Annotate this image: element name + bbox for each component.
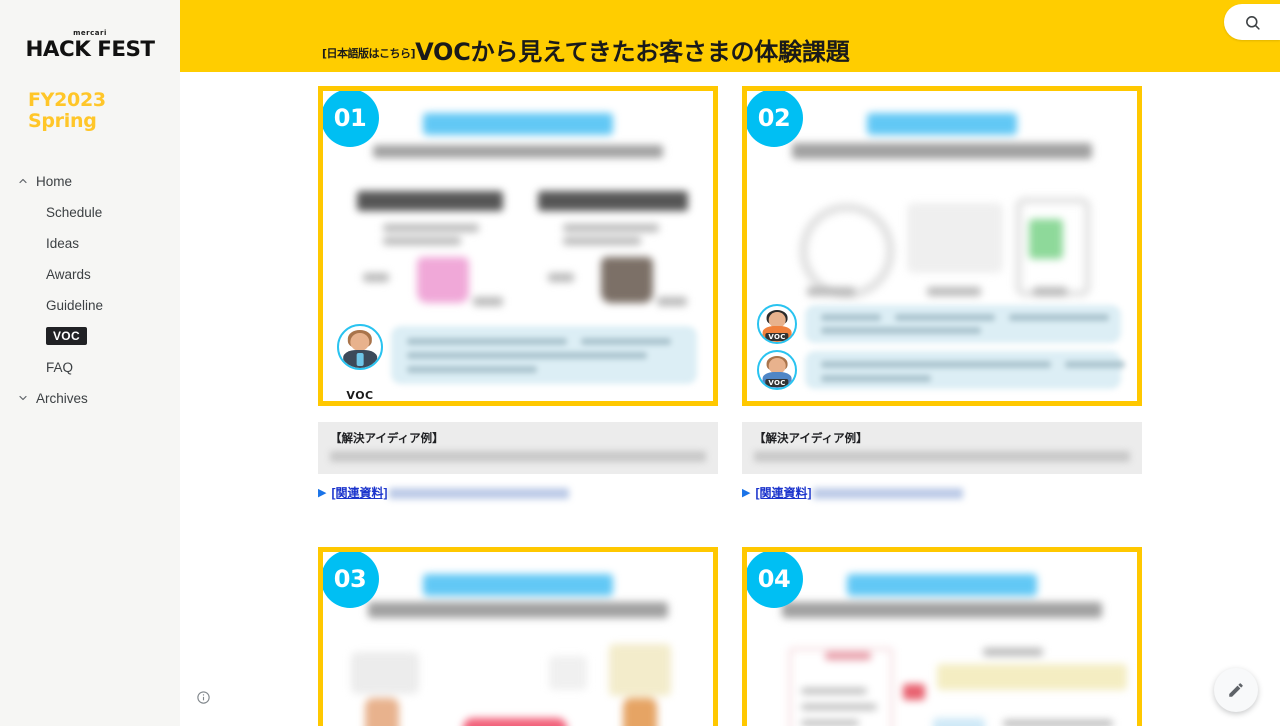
solution-body-redacted: [330, 451, 706, 463]
sidebar-item-label: Guideline: [46, 297, 104, 313]
site-title: FY2023 Spring: [28, 89, 106, 132]
page-title-text: VOCから見えてきたお客さまの体験課題: [415, 38, 850, 67]
voc-cell-03: 03: [318, 547, 718, 726]
sidebar-item-label: Schedule: [46, 204, 103, 220]
sidebar-item-voc[interactable]: VOC: [0, 321, 180, 352]
sidebar-item-label: Archives: [36, 390, 88, 406]
search-icon: [1244, 14, 1261, 31]
voc-quote-bubble: [805, 305, 1121, 343]
related-material-link[interactable]: [関連資料]: [331, 487, 387, 499]
voc-content-area: 01 VOC 【解決アイディア例】 ▶ [関連資料] 02 VOC VOC 【解…: [180, 72, 1280, 726]
voc-quote-row: VOC: [757, 303, 1121, 345]
sidebar-item-label: Ideas: [46, 235, 80, 251]
sidebar-item-home[interactable]: Home: [0, 166, 180, 197]
solution-box: 【解決アイディア例】: [742, 422, 1142, 475]
logo-sub-text: mercari: [73, 29, 107, 37]
voc-card-02[interactable]: 02 VOC VOC: [742, 86, 1142, 406]
sidebar-item-archives[interactable]: Archives: [0, 383, 180, 414]
sidebar-item-label: VOC: [46, 327, 87, 346]
voc-quote-bubble: [391, 326, 697, 384]
voc-quote-row: VOC: [337, 324, 697, 401]
voc-avatar-label: VOC: [346, 389, 374, 402]
related-material-link[interactable]: [関連資料]: [755, 487, 811, 499]
card-slide-image: [747, 552, 1137, 726]
sidebar-item-guideline[interactable]: Guideline: [0, 290, 180, 321]
voc-card-01[interactable]: 01 VOC: [318, 86, 718, 406]
solution-box: 【解決アイディア例】: [318, 422, 718, 475]
voc-cell-02: 02 VOC VOC 【解決アイディア例】 ▶ [関連資料]: [742, 86, 1142, 499]
voc-avatar: VOC: [757, 350, 797, 390]
sidebar-item-label: FAQ: [46, 359, 74, 375]
sidebar-item-label: Home: [36, 173, 73, 189]
sidebar-item-ideas[interactable]: Ideas: [0, 228, 180, 259]
voc-cell-01: 01 VOC 【解決アイディア例】 ▶ [関連資料]: [318, 86, 718, 499]
chevron-up-icon[interactable]: [12, 175, 34, 187]
related-material-row: ▶ [関連資料]: [318, 487, 718, 499]
sidebar-item-awards[interactable]: Awards: [0, 259, 180, 290]
card-number-badge: 01: [323, 91, 379, 147]
solution-title: 【解決アイディア例】: [330, 433, 444, 445]
app-root: mercari HACK FEST FY2023 Spring Home Sch…: [0, 0, 1280, 726]
sidebar-item-label: Awards: [46, 266, 91, 282]
page-header: [日本語版はこちら]VOCから見えてきたお客さまの体験課題: [180, 0, 1280, 72]
page-title-jp-tag: [日本語版はこちら]: [322, 47, 416, 61]
sidebar-item-schedule[interactable]: Schedule: [0, 197, 180, 228]
page-title: [日本語版はこちら]VOCから見えてきたお客さまの体験課題: [322, 40, 850, 64]
main-content: [日本語版はこちら]VOCから見えてきたお客さまの体験課題 01 VOC 【解決…: [180, 0, 1280, 726]
voc-card-grid: 01 VOC 【解決アイディア例】 ▶ [関連資料] 02 VOC VOC 【解…: [250, 72, 1210, 726]
card-number-badge: 04: [747, 552, 803, 609]
voc-card-03[interactable]: 03: [318, 547, 718, 726]
related-material-redacted: [813, 487, 964, 499]
triangle-bullet-icon: ▶: [742, 486, 751, 499]
voc-quote-row: VOC: [757, 349, 1125, 391]
chevron-down-icon[interactable]: [12, 392, 34, 404]
solution-body-redacted: [754, 451, 1130, 463]
solution-title: 【解決アイディア例】: [754, 433, 868, 445]
voc-avatar-label: VOC: [765, 379, 789, 387]
voc-card-04[interactable]: 04: [742, 547, 1142, 726]
voc-avatar: VOC: [757, 304, 797, 344]
related-material-row: ▶ [関連資料]: [742, 487, 1142, 499]
voc-quote-bubble: [805, 351, 1125, 389]
voc-avatar: [337, 324, 383, 370]
card-slide-image: [323, 552, 713, 726]
card-number-badge: 03: [323, 552, 379, 609]
voc-avatar-label: VOC: [765, 333, 789, 341]
pencil-icon: [1227, 681, 1245, 699]
info-icon[interactable]: [196, 690, 211, 710]
search-button[interactable]: [1224, 4, 1280, 40]
triangle-bullet-icon: ▶: [318, 486, 327, 499]
related-material-redacted: [389, 487, 570, 499]
sidebar-nav: Home Schedule Ideas Awards Guideline VOC…: [0, 166, 180, 414]
sidebar-item-faq[interactable]: FAQ: [0, 352, 180, 383]
logo-main-text: HACK FEST: [25, 37, 156, 61]
card-number-badge: 02: [747, 91, 803, 147]
voc-cell-04: 04: [742, 547, 1142, 726]
site-logo[interactable]: mercari HACK FEST: [0, 30, 180, 60]
sidebar: mercari HACK FEST FY2023 Spring Home Sch…: [0, 0, 180, 726]
edit-fab-button[interactable]: [1214, 668, 1258, 712]
